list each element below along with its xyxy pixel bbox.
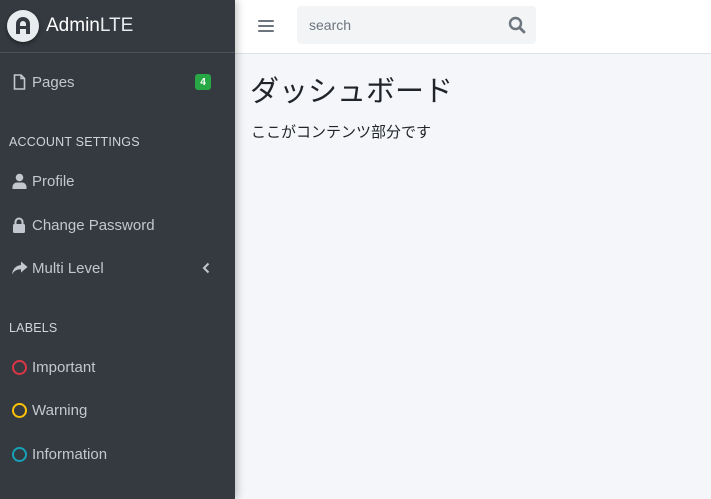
account-settings-header: ACCOUNT SETTINGS (9, 135, 140, 149)
sidebar-item-pages[interactable]: Pages 4 (0, 64, 235, 100)
sidebar-item-important[interactable]: Important (0, 349, 235, 385)
sidebar-item-label: Warning (32, 401, 88, 419)
pages-count-badge: 4 (195, 74, 211, 90)
lock-icon (10, 216, 28, 234)
circle-icon (10, 358, 28, 376)
sidebar-item-label: Important (32, 358, 96, 376)
search-form (297, 6, 536, 44)
labels-header: LABELS (9, 321, 58, 335)
sidebar-item-warning[interactable]: Warning (0, 392, 235, 428)
content-text: ここがコンテンツ部分です (251, 124, 432, 141)
circle-icon (10, 445, 28, 463)
share-icon (10, 259, 28, 277)
user-icon (10, 172, 28, 190)
search-input[interactable] (297, 6, 492, 44)
sidebar-item-label: Profile (32, 172, 75, 190)
sidebar-item-multi-level[interactable]: Multi Level (0, 250, 235, 286)
brand-name-light: LTE (99, 15, 134, 36)
content-area: ダッシュボード ここがコンテンツ部分です (235, 54, 711, 499)
sidebar-item-information[interactable]: Information (0, 436, 235, 472)
brand-text: AdminLTE (46, 15, 133, 37)
page-title: ダッシュボード (250, 76, 454, 108)
top-navbar (235, 0, 711, 54)
sidebar-item-label: Multi Level (32, 259, 104, 277)
file-icon (10, 73, 28, 91)
sidebar: AdminLTE Pages 4 ACCOUNT SETTINGS Profil… (0, 0, 235, 499)
chevron-left-icon[interactable] (200, 261, 212, 275)
brand-logo (7, 10, 39, 42)
sidebar-item-profile[interactable]: Profile (0, 163, 235, 199)
brand-name: Admin (46, 15, 100, 36)
hamburger-menu-icon[interactable] (258, 17, 274, 35)
sidebar-item-label: Information (32, 445, 108, 463)
sidebar-item-label: Change Password (32, 216, 155, 234)
brand-link[interactable]: AdminLTE (0, 0, 235, 53)
search-icon[interactable] (508, 16, 526, 34)
circle-icon (10, 401, 28, 419)
sidebar-item-change-password[interactable]: Change Password (0, 207, 235, 243)
sidebar-item-label: Pages (32, 73, 75, 91)
